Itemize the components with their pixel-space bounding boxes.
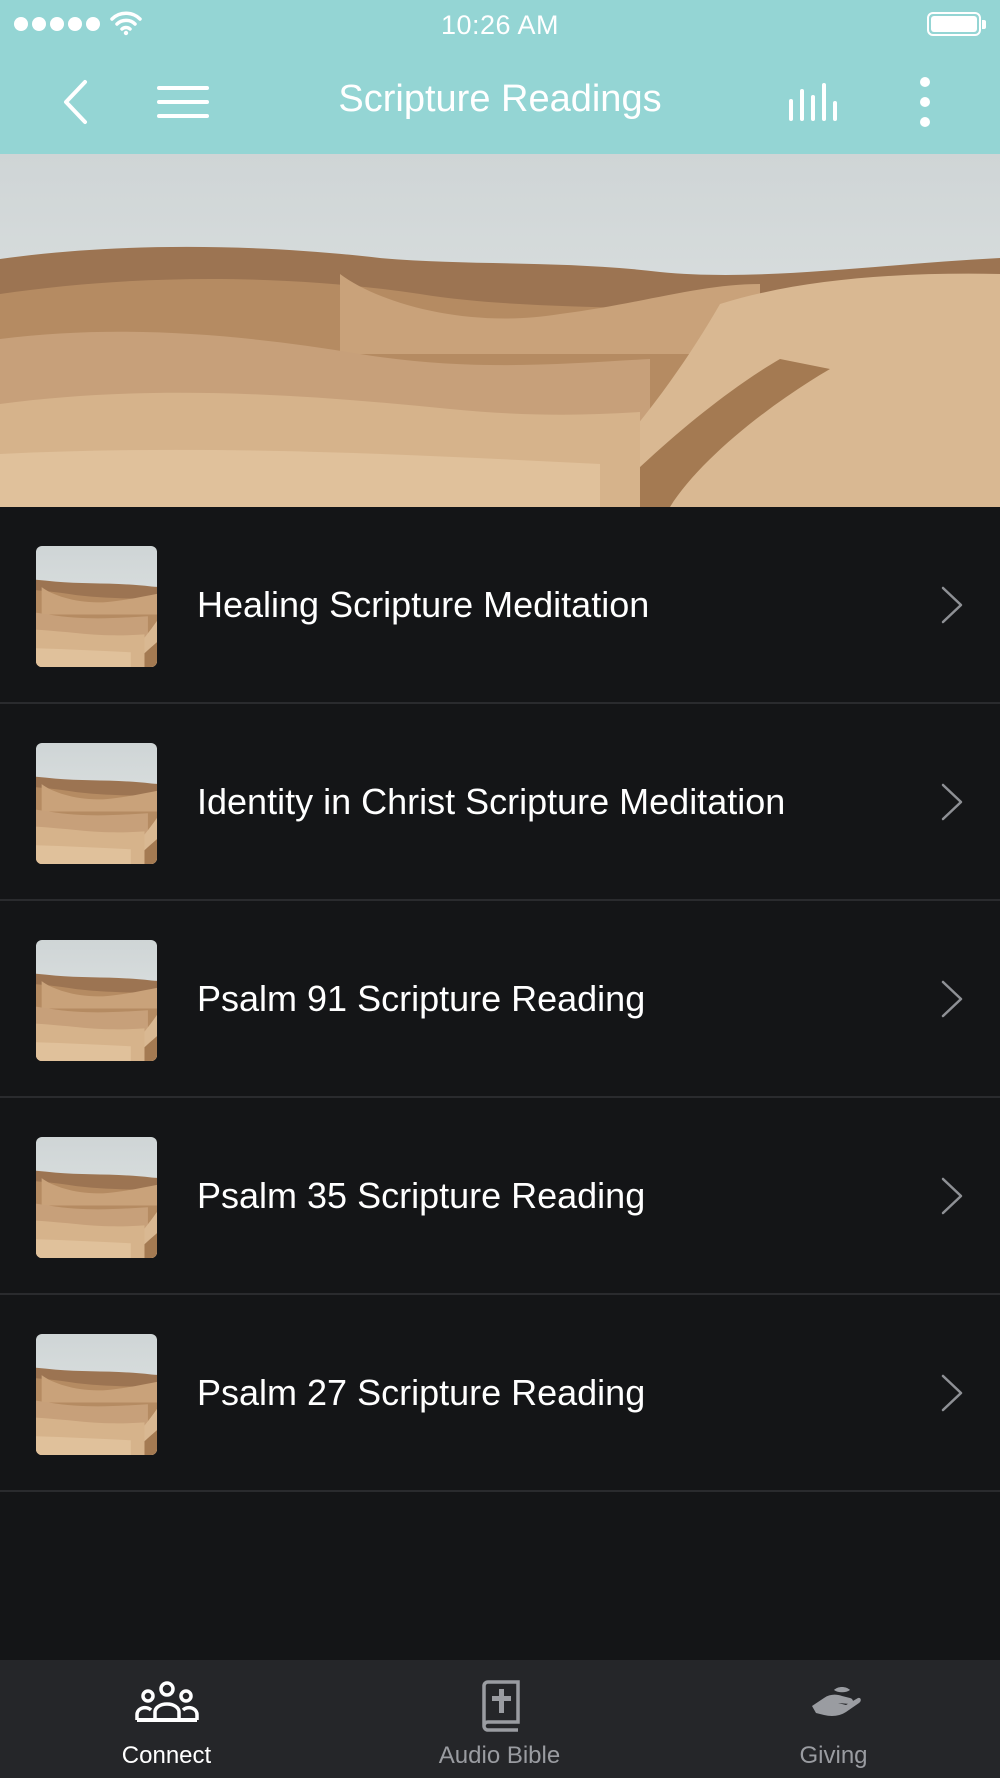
list-item-label: Identity in Christ Scripture Meditation xyxy=(197,781,786,822)
status-time: 10:26 AM xyxy=(440,10,560,40)
thumbnail-image xyxy=(36,1334,157,1455)
bible-icon xyxy=(481,1680,520,1732)
battery-icon xyxy=(927,12,986,36)
more-options-button[interactable] xyxy=(895,72,955,132)
list-item-label: Healing Scripture Meditation xyxy=(197,584,650,625)
scripture-list: Healing Scripture Meditation Identity in… xyxy=(0,507,1000,1492)
list-item[interactable]: Psalm 35 Scripture Reading xyxy=(0,1098,1000,1295)
tab-audio-bible[interactable]: Audio Bible xyxy=(333,1660,666,1778)
list-item[interactable]: Psalm 27 Scripture Reading xyxy=(0,1295,1000,1492)
tab-connect[interactable]: Connect xyxy=(0,1660,333,1778)
list-item-label: Psalm 27 Scripture Reading xyxy=(197,1372,646,1413)
tab-label: Audio Bible xyxy=(438,1742,561,1769)
tab-label: Connect xyxy=(121,1742,212,1769)
giving-hand-icon xyxy=(811,1687,861,1716)
thumbnail-image xyxy=(36,940,157,1061)
tab-giving[interactable]: Giving xyxy=(667,1660,1000,1778)
list-item[interactable]: Psalm 91 Scripture Reading xyxy=(0,901,1000,1098)
group-icon xyxy=(134,1681,199,1722)
thumbnail-image xyxy=(36,1137,157,1258)
status-bar: 10:26 AM xyxy=(0,0,1000,50)
chevron-right-icon xyxy=(941,586,963,624)
tab-bar: Connect Audio Bible Giving xyxy=(0,1660,1000,1778)
audio-player-button[interactable] xyxy=(780,72,850,132)
nav-bar: Scripture Readings xyxy=(0,50,1000,154)
tab-label: Giving xyxy=(799,1742,868,1769)
chevron-right-icon xyxy=(941,1374,963,1412)
chevron-right-icon xyxy=(941,783,963,821)
thumbnail-image xyxy=(36,546,157,667)
thumbnail-image xyxy=(36,743,157,864)
list-item-label: Psalm 35 Scripture Reading xyxy=(197,1175,646,1216)
chevron-right-icon xyxy=(941,980,963,1018)
page-title: Scripture Readings xyxy=(338,78,662,120)
chevron-right-icon xyxy=(941,1177,963,1215)
equalizer-icon xyxy=(789,83,837,121)
list-item[interactable]: Healing Scripture Meditation xyxy=(0,507,1000,704)
list-item-label: Psalm 91 Scripture Reading xyxy=(197,978,646,1019)
list-item[interactable]: Identity in Christ Scripture Meditation xyxy=(0,704,1000,901)
more-vertical-icon xyxy=(920,77,930,127)
hero-image xyxy=(0,154,1000,507)
